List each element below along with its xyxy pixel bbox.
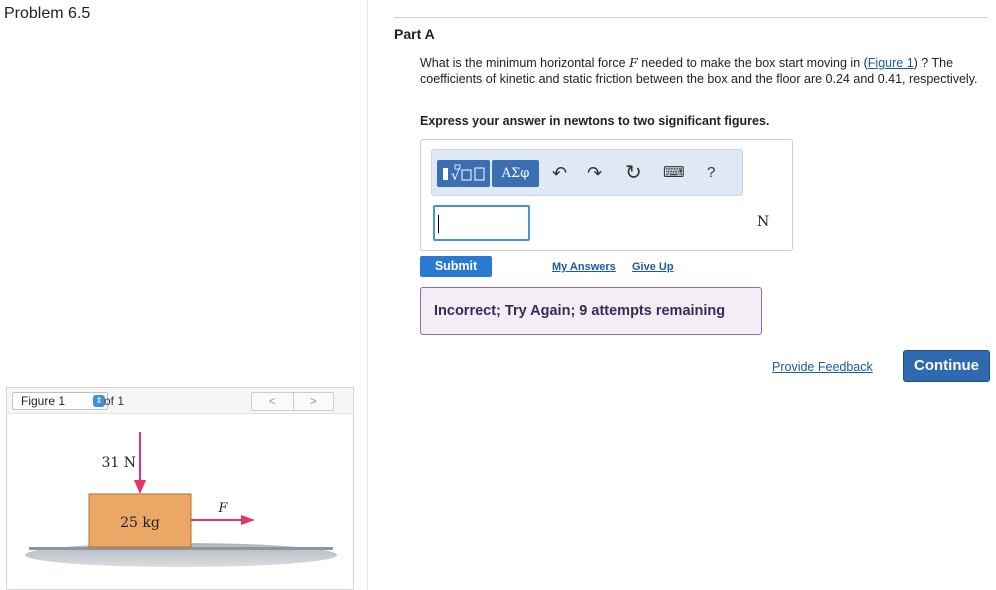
undo-icon[interactable]: ↶ [552,162,567,184]
keyboard-icon[interactable]: ⌨ [663,162,685,184]
question-var: F [629,55,638,70]
answer-box: √ ΑΣφ ↶ ↷ ↻ ⌨ ? N [420,139,793,251]
question-mid: needed to make the box start moving in ( [637,56,868,70]
next-figure-button[interactable]: > [292,393,334,410]
feedback-message: Incorrect; Try Again; 9 attempts remaini… [434,303,726,319]
unit-label: N [757,214,770,230]
submit-button[interactable]: Submit [420,256,492,277]
problem-title: Problem 6.5 [4,5,91,22]
answer-input[interactable] [433,205,530,241]
question-text: What is the minimum horizontal force F n… [420,55,986,87]
right-panel: Part A What is the minimum horizontal fo… [368,0,996,590]
mass-label: 25 kg [120,515,160,531]
reset-icon[interactable]: ↻ [625,162,642,184]
down-force-label: 31 N [101,455,136,471]
force-f-arrowhead [241,515,255,525]
down-force-arrowhead [134,480,146,494]
figure-panel: Figure 1 ⇕ of 1 < > 25 kg 31 N F [6,387,354,590]
figure-count: of 1 [104,394,125,408]
feedback-box: Incorrect; Try Again; 9 attempts remaini… [420,287,762,335]
provide-feedback-link[interactable]: Provide Feedback [772,360,873,374]
templates-button[interactable]: √ [437,160,490,187]
figure-diagram: 25 kg 31 N F [25,432,337,567]
math-toolbar: √ ΑΣφ ↶ ↷ ↻ ⌨ ? [431,149,743,196]
left-panel: Problem 6.5 Figure 1 ⇕ of 1 < > 25 kg 31… [0,0,368,590]
figure-link[interactable]: Figure 1 [868,56,914,70]
page: Problem 6.5 Figure 1 ⇕ of 1 < > 25 kg 31… [0,0,996,590]
my-answers-link[interactable]: My Answers [552,261,616,273]
templates-icon: √ [443,164,485,184]
instructions: Express your answer in newtons to two si… [420,114,770,128]
redo-icon[interactable]: ↷ [587,162,602,184]
force-f-label: F [217,501,228,516]
continue-button[interactable]: Continue [903,350,990,382]
svg-text:√: √ [451,168,460,184]
question-pre: What is the minimum horizontal force [420,56,630,70]
prev-figure-button[interactable]: < [252,393,293,410]
figure-select[interactable]: Figure 1 ⇕ [12,392,108,410]
figure-nav: < > [251,392,334,411]
part-divider [394,17,988,18]
part-label: Part A [394,26,435,42]
help-icon[interactable]: ? [707,162,715,184]
figure-toolbar: Figure 1 ⇕ of 1 < > [7,388,353,414]
symbols-button[interactable]: ΑΣφ [492,160,539,187]
figure-select-value: Figure 1 [21,394,66,408]
give-up-link[interactable]: Give Up [632,261,674,273]
